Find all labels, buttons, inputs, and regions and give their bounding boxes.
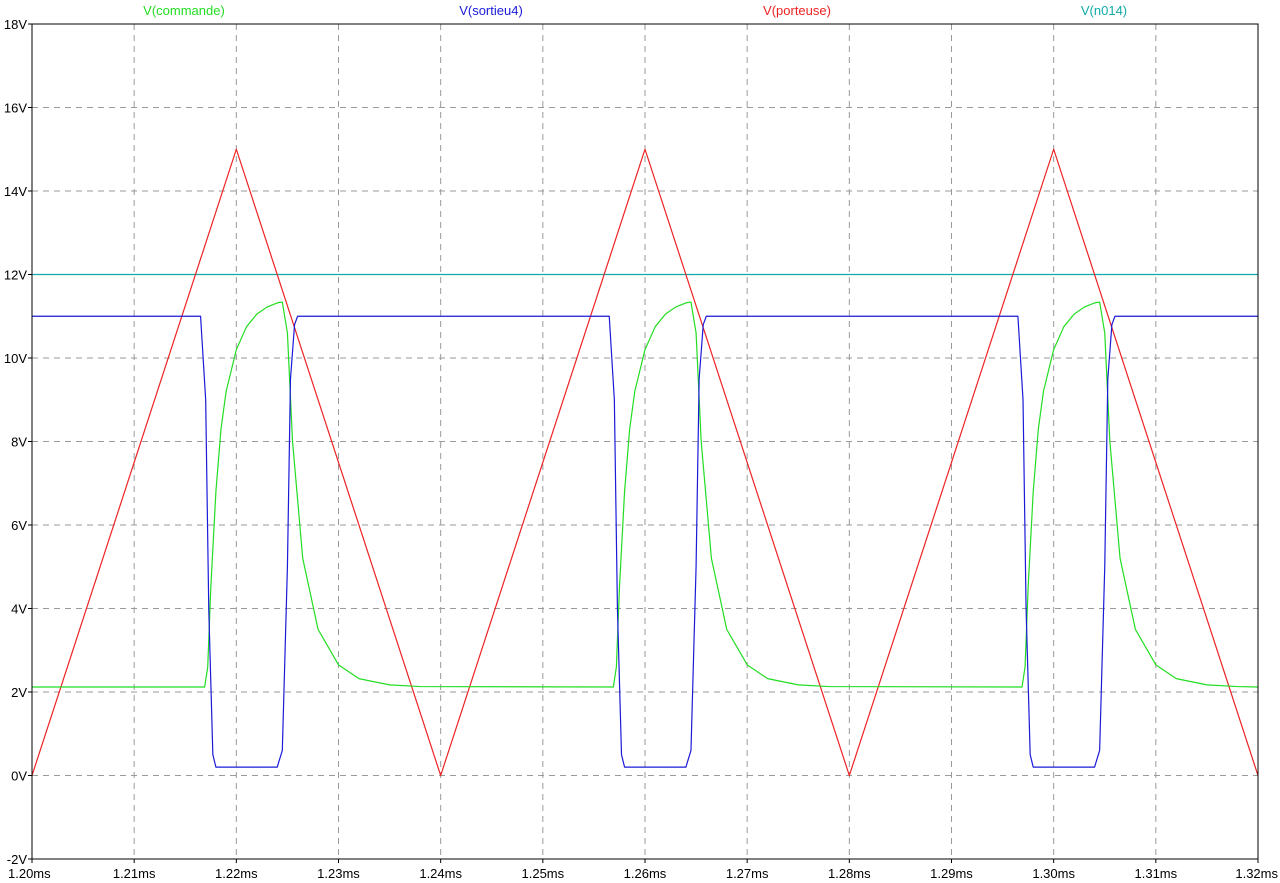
x-tick-label: 1.24ms (419, 866, 462, 881)
legend-entry-v-porteuse: V(porteuse) (763, 3, 831, 18)
axes: 1.20ms 1.21ms 1.22ms 1.23ms 1.24ms 1.25ms 1.26… (4, 17, 1279, 881)
series-line-v-porteuse (31, 148, 1259, 777)
x-tick-label: 1.20ms (8, 866, 51, 881)
legend: V(commande) V(sortieu4) V(porteuse) V(n014) (143, 3, 1127, 18)
y-tick-label: 18V (4, 17, 27, 32)
y-tick-label: 6V (11, 518, 27, 533)
y-tick-label: 12V (4, 268, 27, 283)
y-tick-label: 14V (4, 184, 27, 199)
legend-entry-v-commande: V(commande) (143, 3, 225, 18)
x-tick-label: 1.27ms (726, 866, 769, 881)
series-layer (31, 148, 1259, 777)
y-tick-label: 4V (11, 602, 27, 617)
y-tick-label: 16V (4, 101, 27, 116)
x-tick-label: 1.23ms (317, 866, 360, 881)
y-tick-label: 0V (11, 769, 27, 784)
x-tick-label: 1.31ms (1135, 866, 1178, 881)
x-tick-label: 1.30ms (1032, 866, 1075, 881)
x-tick-label: 1.28ms (828, 866, 871, 881)
x-tick-label: 1.25ms (522, 866, 565, 881)
legend-entry-v-n014: V(n014) (1081, 3, 1127, 18)
y-tick-label: 8V (11, 435, 27, 450)
chart-plot: 1.20ms 1.21ms 1.22ms 1.23ms 1.24ms 1.25ms 1.26… (4, 3, 1279, 881)
x-tick-label: 1.26ms (624, 866, 667, 881)
legend-entry-v-sortieu4: V(sortieu4) (459, 3, 523, 18)
x-tick-label: 1.32ms (1235, 866, 1278, 881)
x-tick-label: 1.22ms (215, 866, 258, 881)
y-tick-label: -2V (7, 852, 28, 867)
y-tick-label: 10V (4, 351, 27, 366)
y-tick-label: 2V (11, 685, 27, 700)
x-tick-label: 1.29ms (930, 866, 973, 881)
x-tick-label: 1.21ms (113, 866, 156, 881)
